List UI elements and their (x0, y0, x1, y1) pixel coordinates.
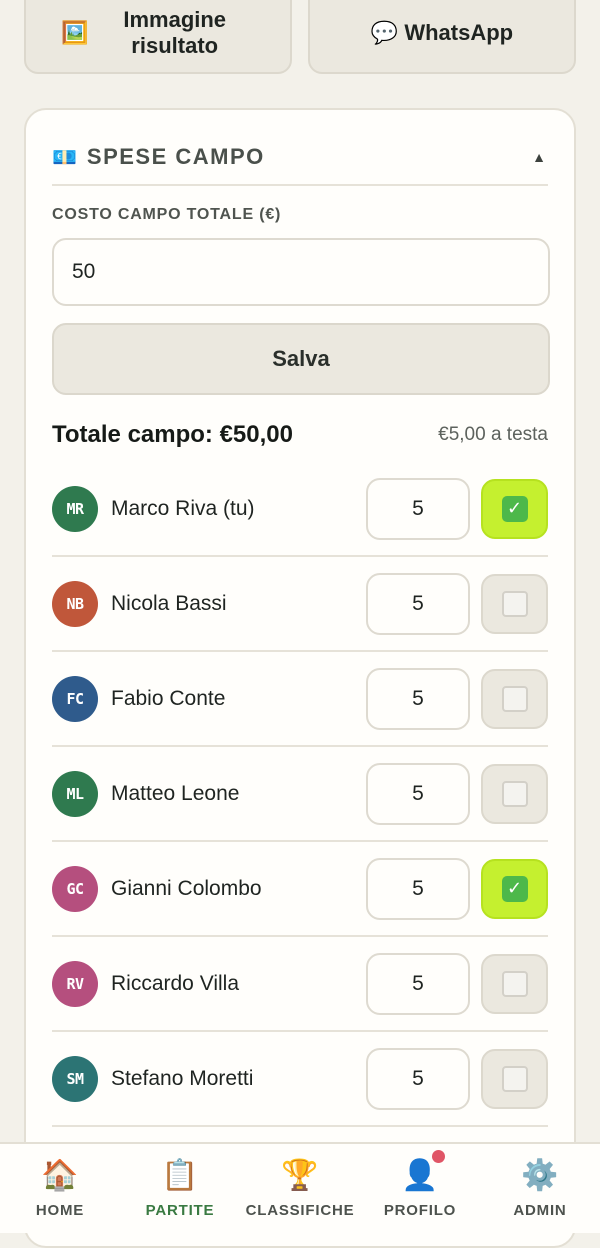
check-icon: ✓ (501, 495, 528, 522)
result-image-label: Immagine risultato (123, 6, 227, 58)
trophy-icon: 🏆 (281, 1159, 319, 1192)
empty-checkbox-icon (501, 685, 528, 712)
house-icon: 🏠 (41, 1159, 79, 1192)
whatsapp-label: WhatsApp (404, 19, 514, 45)
notification-dot (432, 1150, 445, 1163)
avatar: RV (52, 960, 98, 1007)
player-name: Gianni Colombo (111, 876, 262, 900)
empty-checkbox-icon (501, 590, 528, 617)
player-row: SM Stefano Moretti (52, 1032, 548, 1127)
banknote-icon: 💶 (52, 146, 77, 169)
nav-item-classifiche[interactable]: 🏆 CLASSIFICHE (240, 1144, 360, 1233)
player-row: RV Riccardo Villa (52, 937, 548, 1032)
field-costs-card: 💶 SPESE CAMPO ▲ COSTO CAMPO TOTALE (€) S… (24, 108, 576, 1248)
player-name: Matteo Leone (111, 781, 240, 805)
player-amount-input[interactable] (366, 667, 470, 730)
nav-item-partite[interactable]: 📋 PARTITE (120, 1144, 240, 1233)
nav-label: PROFILO (383, 1202, 457, 1219)
player-row: FC Fabio Conte (52, 652, 548, 747)
avatar: SM (52, 1055, 98, 1102)
player-amount-input[interactable] (366, 572, 470, 635)
cost-input[interactable] (52, 238, 550, 306)
section-header[interactable]: 💶 SPESE CAMPO ▲ (52, 130, 548, 186)
share-buttons: 🖼️ Immagine risultato 💬 WhatsApp (24, 0, 576, 74)
empty-checkbox-icon (501, 780, 528, 807)
nav-label: HOME (35, 1202, 85, 1219)
collapse-caret-icon[interactable]: ▲ (532, 149, 546, 165)
nav-item-admin[interactable]: ⚙️ ADMIN (480, 1144, 600, 1233)
whatsapp-button[interactable]: 💬 WhatsApp (308, 0, 576, 74)
player-amount-input[interactable] (366, 1047, 470, 1110)
nav-item-profilo[interactable]: 👤 PROFILO (360, 1144, 480, 1233)
player-name: Marco Riva (tu) (111, 496, 255, 520)
avatar: FC (52, 675, 98, 722)
player-row: MR Marco Riva (tu) ✓ (52, 462, 548, 557)
nav-item-home[interactable]: 🏠 HOME (0, 1144, 120, 1233)
player-name: Fabio Conte (111, 686, 226, 710)
nav-label: PARTITE (145, 1202, 215, 1219)
player-amount-input[interactable] (366, 762, 470, 825)
paid-toggle[interactable] (481, 763, 548, 824)
paid-toggle[interactable] (481, 668, 548, 729)
nav-label: CLASSIFICHE (245, 1202, 355, 1219)
picture-icon: 🖼️ (61, 19, 89, 45)
clipboard-icon: 📋 (161, 1159, 199, 1192)
avatar: MR (52, 485, 98, 532)
speech-bubble-icon: 💬 (370, 19, 399, 45)
avatar: GC (52, 865, 98, 912)
result-image-button[interactable]: 🖼️ Immagine risultato (24, 0, 292, 74)
player-name: Riccardo Villa (111, 971, 239, 995)
empty-checkbox-icon (501, 1065, 528, 1092)
cost-field-label: COSTO CAMPO TOTALE (€) (52, 206, 282, 223)
paid-toggle[interactable] (481, 953, 548, 1014)
player-amount-input[interactable] (366, 952, 470, 1015)
player-name: Stefano Moretti (111, 1066, 254, 1090)
player-row: NB Nicola Bassi (52, 557, 548, 652)
paid-toggle[interactable]: ✓ (481, 478, 548, 539)
check-icon: ✓ (501, 875, 528, 902)
gear-icon: ⚙️ (521, 1159, 559, 1192)
save-button[interactable]: Salva (52, 323, 550, 395)
bottom-nav: 🏠 HOME 📋 PARTITE 🏆 CLASSIFICHE 👤 PROFILO… (0, 1142, 600, 1233)
section-title: SPESE CAMPO (86, 144, 265, 169)
player-row: ML Matteo Leone (52, 747, 548, 842)
avatar: ML (52, 770, 98, 817)
user-icon: 👤 (401, 1159, 439, 1192)
paid-toggle[interactable]: ✓ (481, 858, 548, 919)
cost-summary: Totale campo: €50,00 €5,00 a testa (52, 415, 548, 455)
player-row: GC Gianni Colombo ✓ (52, 842, 548, 937)
nav-label: ADMIN (513, 1202, 567, 1219)
paid-toggle[interactable] (481, 573, 548, 634)
player-amount-input[interactable] (366, 857, 470, 920)
avatar: NB (52, 580, 98, 627)
paid-toggle[interactable] (481, 1048, 548, 1109)
players-list: MR Marco Riva (tu) ✓ NB Nicola Bassi FC … (52, 462, 548, 1127)
total-field-cost: Totale campo: €50,00 (52, 421, 293, 448)
empty-checkbox-icon (501, 970, 528, 997)
player-name: Nicola Bassi (111, 591, 227, 615)
per-person-cost: €5,00 a testa (438, 424, 548, 445)
player-amount-input[interactable] (366, 477, 470, 540)
